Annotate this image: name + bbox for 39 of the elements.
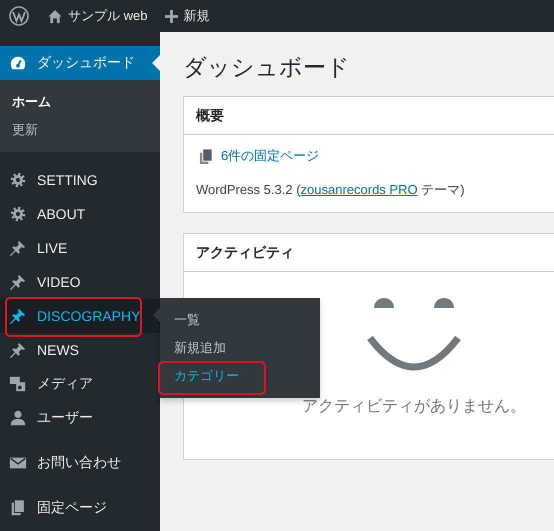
menu-item[interactable]: SETTING: [0, 163, 160, 197]
pages-icon: [199, 148, 214, 164]
pushpin-icon: [9, 239, 27, 257]
wordpress-logo-icon[interactable]: [9, 6, 29, 26]
empty-message: アクティビティがありません。: [301, 397, 526, 417]
home-icon: [47, 8, 63, 24]
menu-item[interactable]: ダッシュボード: [0, 46, 160, 80]
version-text: WordPress 5.3.2 (zousanrecords PRO テーマ): [196, 181, 466, 199]
pages-link[interactable]: 6件の固定ページ: [221, 147, 320, 165]
current-indicator: [152, 55, 160, 71]
submenu-item[interactable]: 新規追加: [160, 334, 320, 362]
theme-link[interactable]: zousanrecords PRO: [300, 182, 418, 197]
site-name-link[interactable]: サンプル web: [39, 7, 158, 25]
submenu-item[interactable]: カテゴリー: [160, 362, 320, 390]
panel-title: アクティビティ: [184, 234, 554, 272]
menu-item[interactable]: お問い合わせ: [0, 446, 160, 480]
pushpin-icon: [9, 273, 27, 291]
plus-icon: [165, 10, 178, 22]
gauge-icon: [9, 54, 27, 72]
menu-item[interactable]: ABOUT: [0, 197, 160, 231]
gear-icon: [9, 171, 27, 189]
submenu-item[interactable]: 一覧: [160, 306, 320, 334]
menu-item[interactable]: ユーザー: [0, 401, 160, 435]
submenu-item[interactable]: 更新: [0, 116, 160, 144]
menu-item[interactable]: NEWS: [0, 333, 160, 367]
panel-title: 概要: [184, 97, 554, 135]
pushpin-icon: [9, 307, 27, 325]
pushpin-icon: [9, 341, 27, 359]
new-link[interactable]: 新規: [157, 7, 220, 25]
user-icon: [9, 409, 27, 427]
menu-item[interactable]: 固定ページ: [0, 491, 160, 525]
pages-icon: [9, 499, 27, 517]
menu-item[interactable]: VIDEO: [0, 265, 160, 299]
gear-icon: [9, 205, 27, 223]
submenu-item[interactable]: ホーム: [0, 88, 160, 116]
media-icon: [9, 375, 27, 393]
menu-item[interactable]: メディア: [0, 367, 160, 401]
page-title: ダッシュボード: [183, 53, 351, 82]
menu-item[interactable]: LIVE: [0, 231, 160, 265]
